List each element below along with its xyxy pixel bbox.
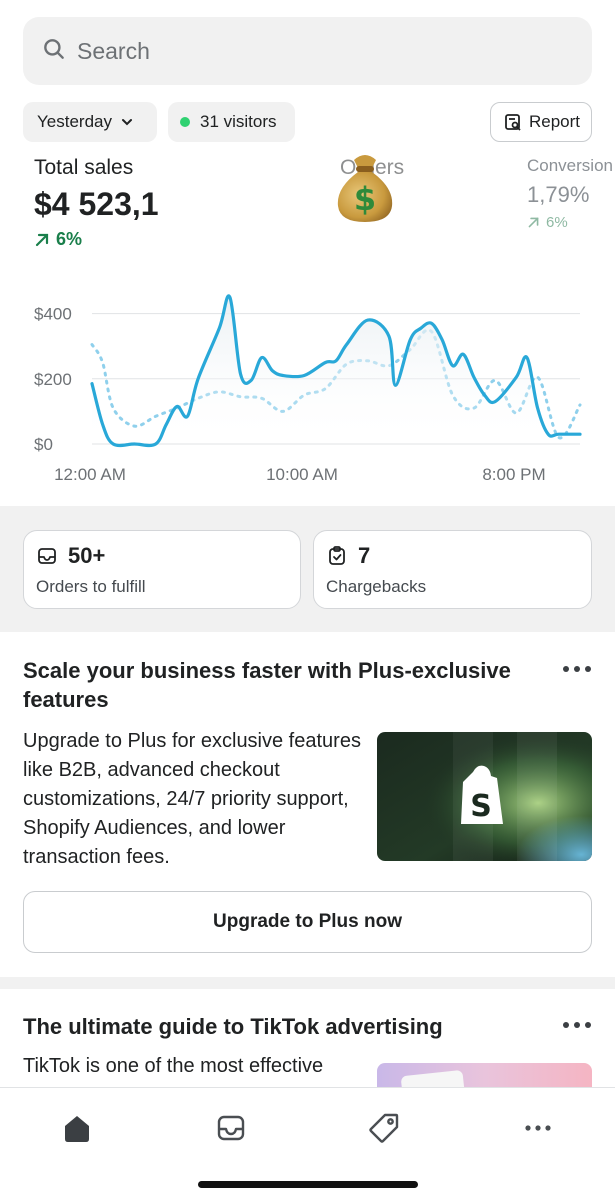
tab-orders[interactable]	[211, 1108, 251, 1148]
x-tick-label: 8:00 PM	[482, 465, 545, 484]
svg-text:S: S	[470, 789, 492, 824]
clipboard-check-icon	[329, 546, 345, 565]
x-tick-label: 10:00 AM	[266, 465, 338, 484]
x-tick-label: 12:00 AM	[54, 465, 126, 484]
metric-change: 6%	[34, 229, 159, 250]
shopify-plus-image: S	[377, 732, 592, 861]
date-range-selector[interactable]: Yesterday	[23, 102, 157, 142]
tab-more[interactable]	[518, 1108, 558, 1148]
metric-label: Conversion	[527, 156, 613, 175]
home-icon	[65, 1116, 89, 1142]
metric-conversion[interactable]: Conversion 1,79% 6%	[527, 156, 613, 231]
y-tick-label: $0	[34, 435, 53, 454]
tile-number: 7	[358, 543, 371, 568]
date-range-label: Yesterday	[37, 112, 112, 131]
metric-label: Total sales	[34, 156, 134, 179]
promo-title: Scale your business faster with Plus-exc…	[23, 656, 543, 714]
report-button[interactable]: Report	[490, 102, 592, 142]
sales-chart[interactable]: $400 $200 $0 12:00 AM 10:00 AM 8:00 PM	[0, 270, 615, 500]
tile-label: Chargebacks	[326, 577, 427, 596]
promo-body: Upgrade to Plus for exclusive features l…	[23, 727, 373, 872]
upgrade-to-plus-button[interactable]: Upgrade to Plus now	[23, 891, 592, 953]
arrow-up-right-icon	[35, 233, 49, 246]
metric-total-sales[interactable]: Total sales $4 523,1 6%	[34, 156, 159, 250]
live-dot-icon	[180, 117, 190, 127]
orders-icon	[217, 1115, 245, 1141]
arrow-up-right-icon	[528, 217, 539, 228]
section-divider	[0, 977, 615, 989]
metric-change: 6%	[527, 214, 613, 231]
products-icon	[369, 1113, 399, 1143]
search-input[interactable]: Search	[77, 38, 150, 65]
promo-body-line: like B2B, advanced checkout	[23, 759, 280, 781]
chevron-down-icon	[121, 119, 132, 126]
promo-body-line: transaction fees.	[23, 846, 170, 868]
promo-more-icon[interactable]	[563, 666, 591, 674]
filter-row: Yesterday 31 visitors Report	[23, 102, 592, 142]
promo-body-line: customizations, 24/7 priority support,	[23, 788, 349, 810]
metric-change-value: 6%	[56, 229, 83, 249]
tab-products[interactable]	[364, 1108, 404, 1148]
report-label: Report	[529, 112, 581, 131]
tab-home[interactable]	[57, 1108, 97, 1148]
inbox-icon	[38, 548, 56, 564]
svg-text:$: $	[354, 180, 376, 218]
tile-label: Orders to fulfill	[36, 577, 146, 596]
guide-more-icon[interactable]	[563, 1022, 591, 1030]
tile-chargebacks[interactable]: 7 Chargebacks	[313, 530, 592, 609]
report-icon	[505, 114, 521, 131]
tile-orders-to-fulfill[interactable]: 50+ Orders to fulfill	[23, 530, 301, 609]
more-icon	[525, 1125, 551, 1131]
promo-title-line1: Scale your business faster with Plus-exc…	[23, 658, 511, 683]
promo-body-line: Upgrade to Plus for exclusive features	[23, 730, 361, 752]
promo-title-line2: features	[23, 687, 109, 712]
guide-title: The ultimate guide to TikTok advertising	[23, 1014, 443, 1039]
series-area	[92, 295, 580, 446]
y-tick-label: $200	[34, 370, 72, 389]
home-indicator	[198, 1181, 418, 1188]
visitors-label: 31 visitors	[200, 112, 277, 131]
live-visitors-badge[interactable]: 31 visitors	[168, 102, 295, 142]
promo-body-line: Shopify Audiences, and lower	[23, 817, 286, 839]
tile-number: 50+	[68, 543, 106, 568]
metric-value: $4 523,1	[34, 186, 159, 222]
metrics-carousel[interactable]: Total sales $4 523,1 6% Orders 6% Conver…	[0, 150, 615, 260]
search-bar[interactable]: Search	[23, 17, 592, 85]
money-bag-icon: $	[337, 155, 393, 222]
y-tick-label: $400	[34, 305, 72, 324]
metric-value: 1,79%	[527, 182, 590, 207]
metric-change-value: 6%	[546, 214, 568, 231]
search-icon	[41, 36, 67, 67]
guide-body: TikTok is one of the most effective	[23, 1055, 324, 1077]
